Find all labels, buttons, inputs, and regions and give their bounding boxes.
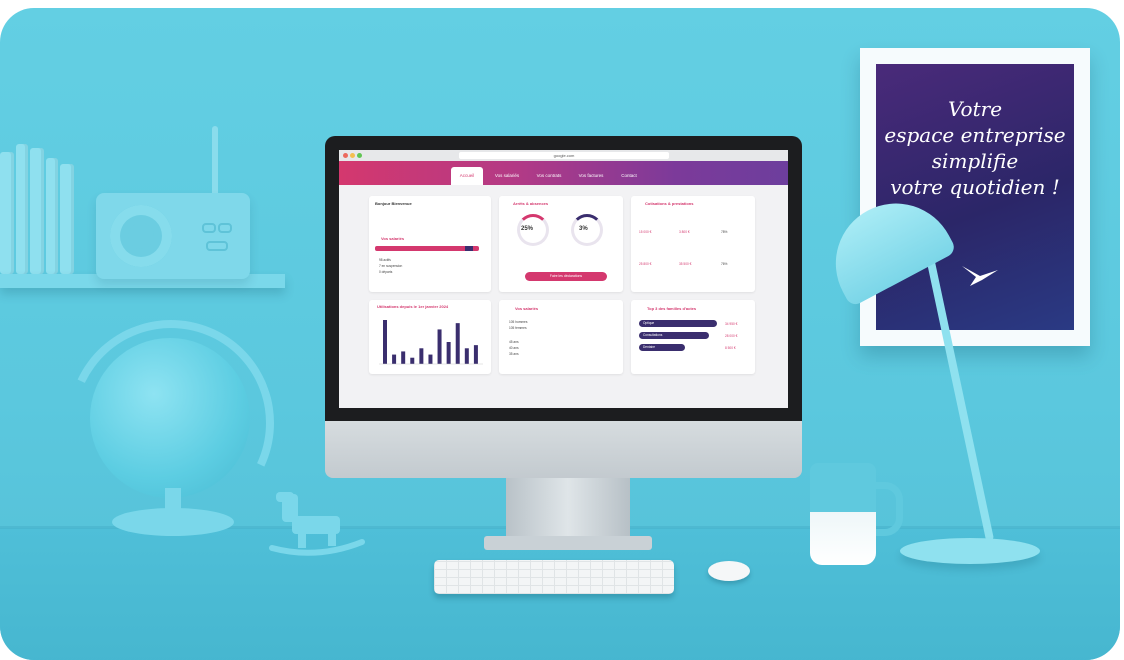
hummingbird-icon	[962, 266, 998, 286]
top-act-amount: 8 500 €	[725, 346, 736, 350]
radio	[96, 193, 250, 279]
chart-bar	[401, 351, 406, 364]
amount-value: 25 800 €	[639, 262, 652, 266]
card-title: Utilisations depuis le 1er janvier 2024	[377, 304, 449, 309]
tab-contact[interactable]: Contact	[615, 167, 643, 185]
radio-antenna	[212, 126, 218, 196]
card-title: Top 3 des familles d'actes	[647, 306, 697, 311]
percent-value: 76%	[721, 262, 728, 266]
chart-bar	[437, 329, 442, 364]
knob-icon	[202, 223, 216, 233]
poster-artwork: Votre espace entreprise simplifie votre …	[876, 64, 1074, 330]
card-title: Bonjour Bienvenue	[375, 201, 412, 206]
workforce-item: 98 actifs	[379, 258, 391, 262]
chart-bar	[428, 354, 433, 364]
poster-line: Votre	[947, 97, 1003, 121]
declare-button[interactable]: Faire les déclarations	[525, 272, 607, 281]
card-title: Vos salariés	[515, 306, 539, 311]
rocking-horse-icon	[269, 492, 365, 556]
amount-value: 35 500 €	[679, 262, 692, 266]
chart-bar	[383, 320, 387, 364]
employee-stat: 35 ans	[509, 352, 519, 356]
book	[46, 158, 58, 274]
usage-chart	[379, 320, 483, 365]
site-navbar: Accueil Vos salariés Vos contrats Vos fa…	[339, 161, 788, 185]
book	[0, 152, 14, 274]
employee-stat: 40 ans	[509, 346, 519, 350]
mouse	[708, 561, 750, 581]
chart-bar	[455, 323, 460, 364]
book	[30, 148, 44, 274]
workforce-bar-segment	[465, 246, 473, 251]
top-act-pill: Consultations	[639, 332, 709, 339]
knob-icon	[218, 223, 232, 233]
chart-bar	[446, 342, 451, 364]
maximize-dot-icon[interactable]	[357, 153, 362, 158]
computer-monitor: google.com Accueil Vos salariés Vos cont…	[325, 136, 802, 478]
top-act-pill: Dentaire	[639, 344, 685, 351]
employee-stat: 105 hommes	[509, 320, 528, 324]
amount-value: 15 000 €	[639, 230, 652, 234]
mug	[810, 463, 876, 565]
knob-icon	[206, 241, 228, 251]
chart-bar	[473, 345, 478, 364]
employees-card: Vos salariés 105 hommes 105 femmes 45 an…	[499, 300, 623, 374]
gauge-value: 25%	[521, 226, 534, 232]
tab-salaries[interactable]: Vos salariés	[489, 167, 525, 185]
card-subtitle: Vos salariés	[381, 236, 405, 241]
book	[16, 144, 28, 274]
scene: Votre espace entreprise simplifie votre …	[0, 0, 1124, 660]
speaker-icon	[110, 205, 172, 267]
contributions-card: Cotisations & prestations 15 000 € 3 800…	[631, 196, 755, 292]
url-bar[interactable]: google.com	[459, 152, 669, 159]
employee-stat: 105 femmes	[509, 326, 527, 330]
lamp-base	[900, 538, 1040, 564]
absences-card: Arrêts & absences 25% 3% Faire les décla…	[499, 196, 623, 292]
workforce-item: 0 départs	[379, 270, 393, 274]
percent-value: 78%	[721, 230, 728, 234]
photo-frame: Votre espace entreprise simplifie votre …	[0, 8, 1120, 660]
top-act-pill: Optique	[639, 320, 717, 327]
keyboard	[434, 560, 674, 594]
monitor-foot	[484, 536, 652, 550]
monitor-chin	[325, 421, 802, 478]
poster-line: simplifie	[931, 149, 1019, 173]
poster-line: espace entreprise	[884, 123, 1066, 147]
card-title: Cotisations & prestations	[645, 201, 694, 206]
close-dot-icon[interactable]	[343, 153, 348, 158]
chart-bar	[410, 357, 415, 364]
welcome-card: Bonjour Bienvenue Vos salariés 98 actifs…	[369, 196, 491, 292]
poster-line: votre quotidien !	[890, 175, 1060, 199]
tab-factures[interactable]: Vos factures	[573, 167, 609, 185]
globe-base	[112, 508, 234, 536]
amount-value: 3 800 €	[679, 230, 690, 234]
top-act-amount: 34 950 €	[725, 322, 738, 326]
chart-bar	[419, 348, 424, 364]
card-title: Arrêts & absences	[513, 201, 549, 206]
top-act-amount: 28 000 €	[725, 334, 738, 338]
workforce-bar	[375, 246, 479, 251]
employee-stat: 45 ans	[509, 340, 519, 344]
wall-poster: Votre espace entreprise simplifie votre …	[860, 48, 1090, 346]
top-acts-card: Top 3 des familles d'actes Optique 34 95…	[631, 300, 755, 374]
workforce-item: 7 en suspension	[379, 264, 403, 268]
tab-accueil[interactable]: Accueil	[451, 167, 483, 185]
monitor-bezel: google.com Accueil Vos salariés Vos cont…	[325, 136, 802, 421]
minimize-dot-icon[interactable]	[350, 153, 355, 158]
chart-bar	[464, 348, 469, 364]
gauge-value: 3%	[579, 226, 588, 232]
monitor-screen: google.com Accueil Vos salariés Vos cont…	[339, 150, 788, 408]
chart-bar	[392, 354, 397, 364]
usage-chart-card: Utilisations depuis le 1er janvier 2024	[369, 300, 491, 374]
tab-contrats[interactable]: Vos contrats	[531, 167, 567, 185]
poster-slogan: Votre espace entreprise simplifie votre …	[876, 96, 1074, 200]
book	[60, 164, 74, 274]
